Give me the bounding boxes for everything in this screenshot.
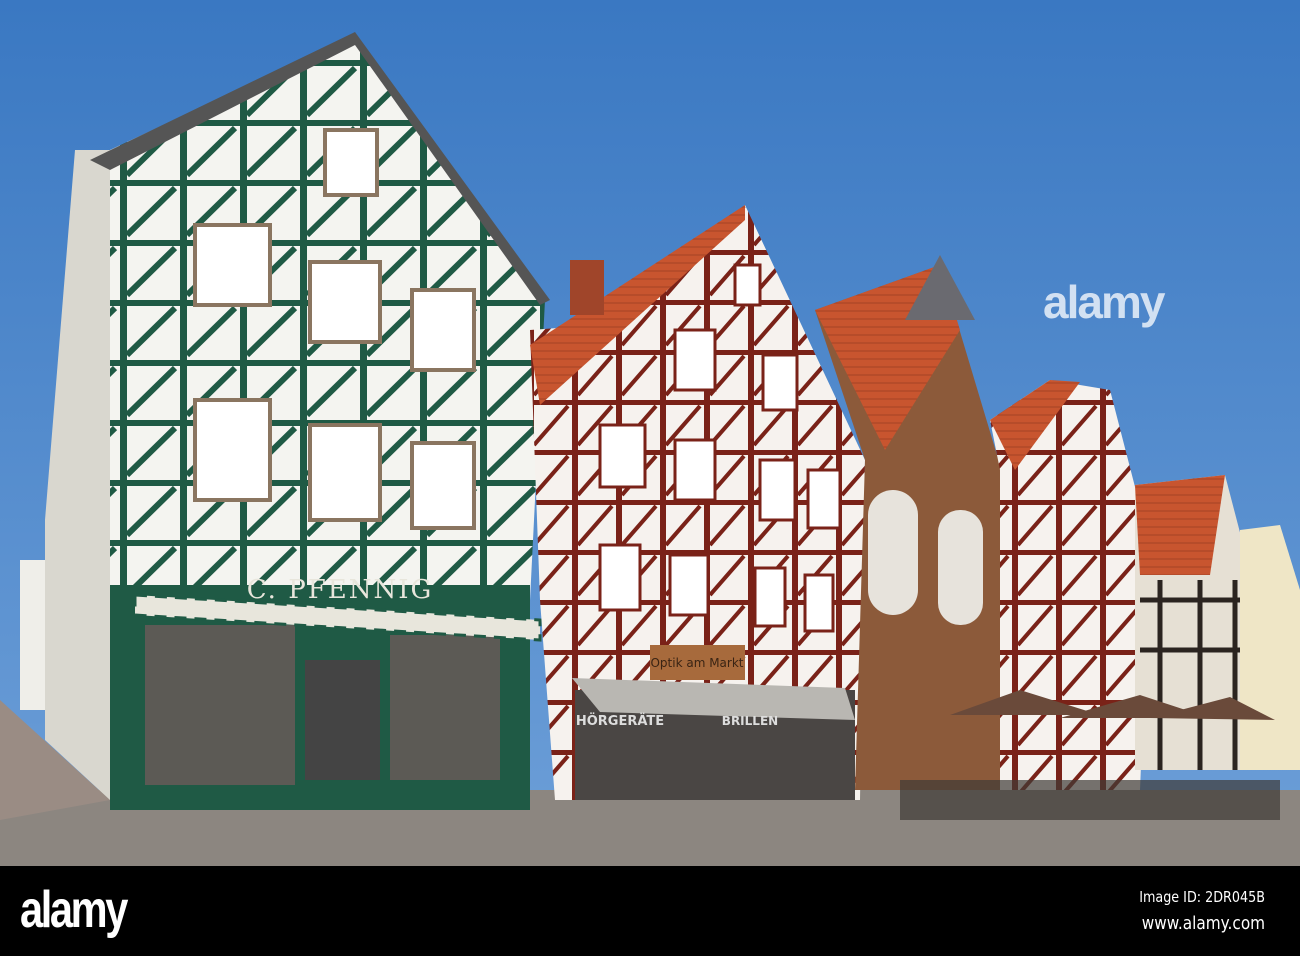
footer-bar: alamy Image ID: 2DR045B www.alamy.com [0,866,1300,956]
image-id: Image ID: 2DR045B [1139,888,1265,906]
cafe-chairs [900,780,1280,820]
glasses-sign: BRILLEN [722,714,778,728]
hearing-aids-sign: HÖRGERÄTE [576,713,664,729]
watermark: alamy [1043,276,1165,328]
optician-sign: Optik am Markt [650,656,743,670]
street-photo: C. PFENNIG Optik am Markt HÖRGERÄTE BRIL… [0,0,1300,866]
shop-sign-pfennig: C. PFENNIG [247,575,434,605]
site-url: www.alamy.com [1141,913,1265,934]
alamy-logo: alamy [20,881,128,939]
